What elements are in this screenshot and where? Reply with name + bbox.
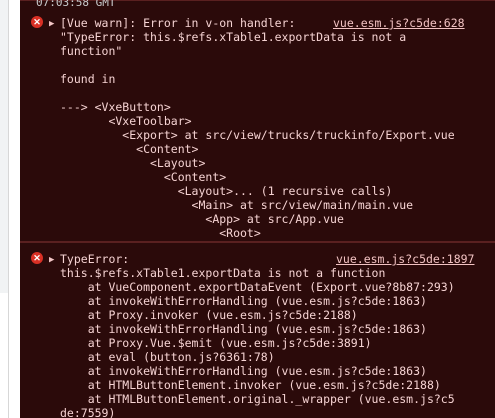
typeerror-heading: TypeError: <box>60 252 130 266</box>
warn-line-1: "TypeError: this.$refs.xTable1.exportDat… <box>60 30 407 44</box>
typeerror-source-link[interactable]: vue.esm.js?c5de:1897 <box>336 252 474 266</box>
expand-arrow-icon[interactable]: ▶ <box>49 253 54 267</box>
console-gutter <box>8 0 20 418</box>
error-icon: ✕ <box>31 16 43 28</box>
warn-line-2: function" <box>60 44 123 58</box>
stack-line-7[interactable]: at eval (button.js?6361:78) <box>60 350 275 364</box>
console-panel: ✕ ▶ [Vue warn]: Error in v-on handler: v… <box>8 0 495 418</box>
warn-line-8: <Export> at src/view/trucks/truckinfo/Ex… <box>60 128 455 142</box>
stack-line-8[interactable]: at invokeWithErrorHandling (vue.esm.js?c… <box>60 364 427 378</box>
stack-line-11[interactable]: de:7559) <box>60 406 115 418</box>
stack-line-6[interactable]: at Proxy.Vue.$emit (vue.esm.js?c5de:3891… <box>60 336 372 350</box>
warn-line-13: <Main> at src/view/main/main.vue <box>60 198 414 212</box>
warn-line-9: <Content> <box>60 142 199 156</box>
stack-line-3[interactable]: at invokeWithErrorHandling (vue.esm.js?c… <box>60 294 427 308</box>
warn-line-4: found in <box>60 72 116 86</box>
warn-line-15: <Root> <box>60 226 261 240</box>
typeerror-message[interactable]: ✕ ▶ TypeError: vue.esm.js?c5de:1897 this… <box>20 242 495 418</box>
vue-warn-heading: [Vue warn]: Error in v-on handler: <box>60 16 303 30</box>
stack-line-10[interactable]: at HTMLButtonElement.original._wrapper (… <box>60 392 455 406</box>
warn-line-11: <Content> <box>60 170 227 184</box>
stack-line-2[interactable]: at VueComponent.exportDataEvent (Export.… <box>60 280 455 294</box>
timestamp-header: 07:03:58 GMT <box>36 0 116 9</box>
warn-line-7: <VxeToolbar> <box>60 114 192 128</box>
warn-line-6: ---> <VxeButton> <box>60 100 171 114</box>
devtools-console-screenshot: 07:03:58 GMT ✕ ▶ [Vue warn]: Error in v-… <box>0 0 495 418</box>
stack-line-5[interactable]: at invokeWithErrorHandling (vue.esm.js?c… <box>60 322 427 336</box>
vue-warn-source-link[interactable]: vue.esm.js?c5de:628 <box>333 16 465 30</box>
vue-warn-error-message[interactable]: ✕ ▶ [Vue warn]: Error in v-on handler: v… <box>20 0 495 242</box>
stack-line-9[interactable]: at HTMLButtonElement.invoker (vue.esm.js… <box>60 378 441 392</box>
warn-line-10: <Layout> <box>60 156 206 170</box>
stack-line-4[interactable]: at Proxy.invoker (vue.esm.js?c5de:2188) <box>60 308 358 322</box>
stack-line-1: this.$refs.xTable1.exportData is not a f… <box>60 266 386 280</box>
expand-arrow-icon[interactable]: ▶ <box>49 17 54 31</box>
error-icon: ✕ <box>31 252 43 264</box>
warn-line-12: <Layout>... (1 recursive calls) <box>60 184 393 198</box>
left-side-panel-lower <box>0 293 9 418</box>
warn-line-14: <App> at src/App.vue <box>60 212 344 226</box>
